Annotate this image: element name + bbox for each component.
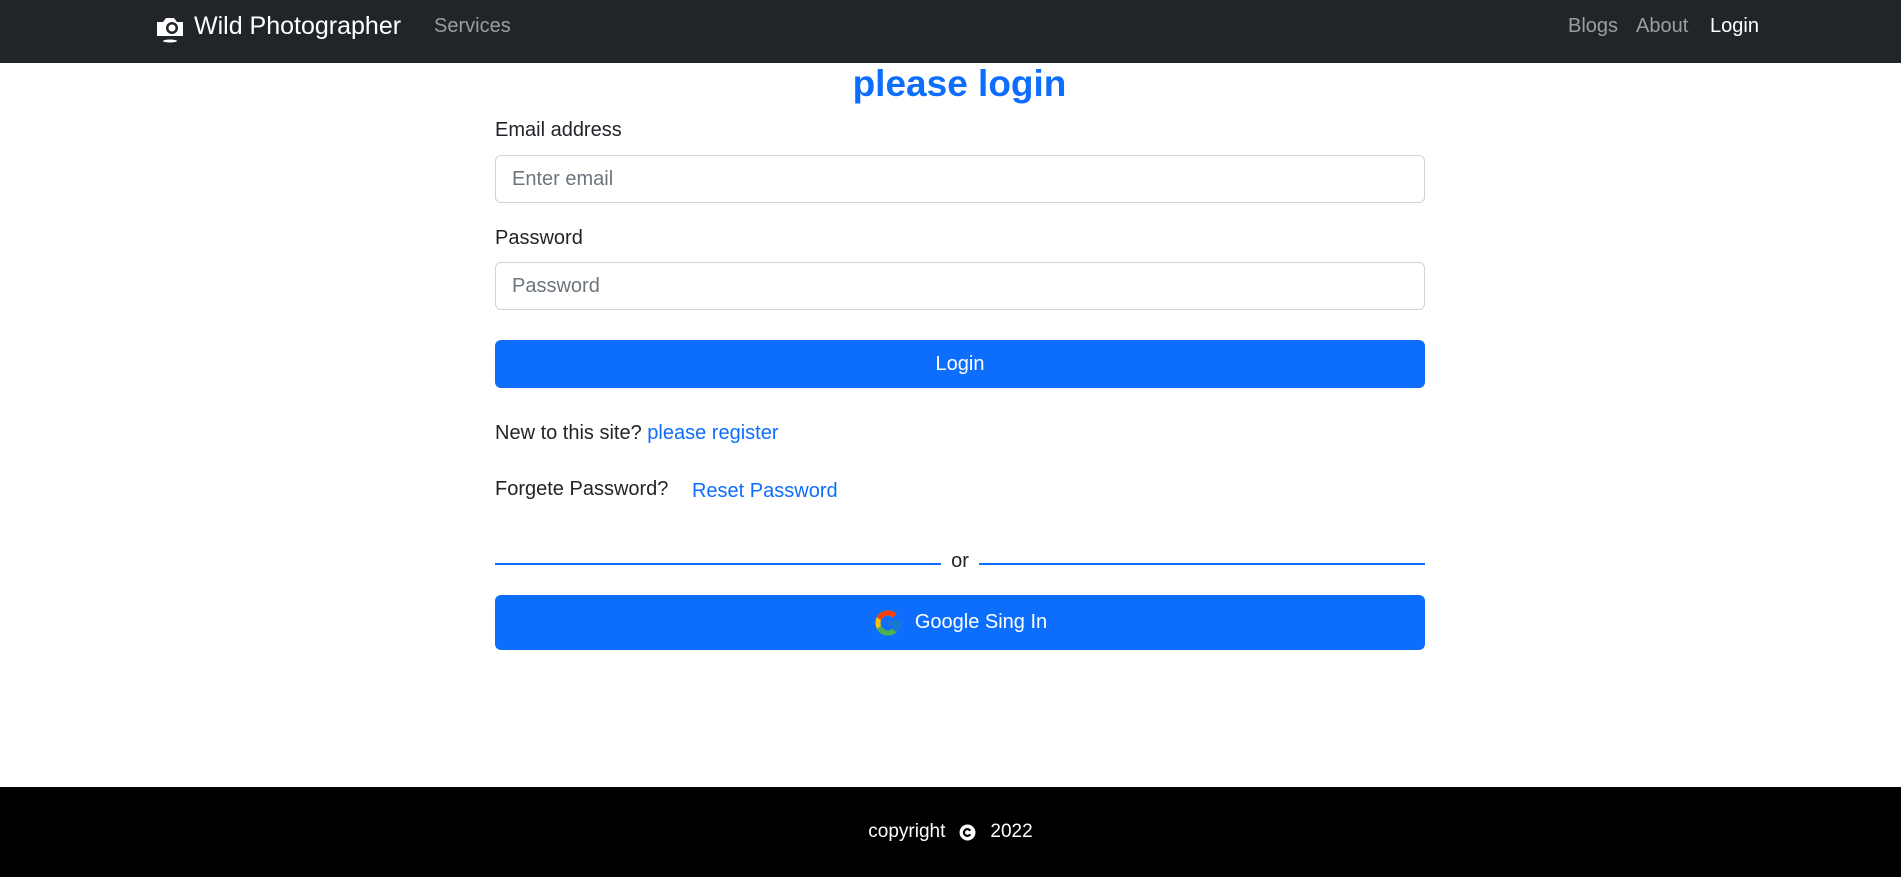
- nav-link-about[interactable]: About: [1636, 0, 1688, 53]
- brand-name: Wild Photographer: [194, 12, 402, 40]
- password-field[interactable]: [495, 262, 1425, 310]
- password-label: Password: [495, 227, 583, 249]
- divider-line-left: [495, 563, 941, 565]
- email-field[interactable]: [495, 155, 1425, 203]
- google-icon: [873, 608, 903, 638]
- google-sign-in-label: Google Sing In: [914, 611, 1048, 633]
- register-prompt: New to this site?: [495, 422, 642, 444]
- camera-icon: [154, 11, 186, 43]
- register-prompt-row: New to this site? please register: [495, 422, 778, 445]
- nav-link-blogs[interactable]: Blogs: [1568, 0, 1618, 53]
- register-link[interactable]: please register: [647, 422, 778, 444]
- or-divider: or: [495, 550, 1425, 574]
- copyright-label: copyright: [868, 821, 946, 842]
- google-sign-in-button[interactable]: Google Sing In: [495, 595, 1425, 650]
- nav-link-login[interactable]: Login: [1710, 0, 1759, 53]
- email-label: Email address: [495, 119, 622, 141]
- footer: copyright 2022: [0, 787, 1901, 877]
- forgot-password-row: Forgete Password? Reset Password: [495, 478, 838, 502]
- nav-link-services[interactable]: Services: [434, 0, 511, 53]
- copyright-icon: [959, 824, 976, 841]
- divider-text: or: [951, 550, 969, 572]
- page-title: please login: [852, 63, 1067, 104]
- divider-line-right: [979, 563, 1425, 565]
- copyright-year: 2022: [990, 821, 1033, 842]
- forgot-password-prompt: Forgete Password?: [495, 478, 669, 500]
- login-button[interactable]: Login: [495, 340, 1425, 388]
- brand-link[interactable]: Wild Photographer: [154, 0, 401, 53]
- reset-password-link[interactable]: Reset Password: [692, 480, 838, 502]
- top-navbar: Wild Photographer Services Blogs About L…: [0, 0, 1901, 63]
